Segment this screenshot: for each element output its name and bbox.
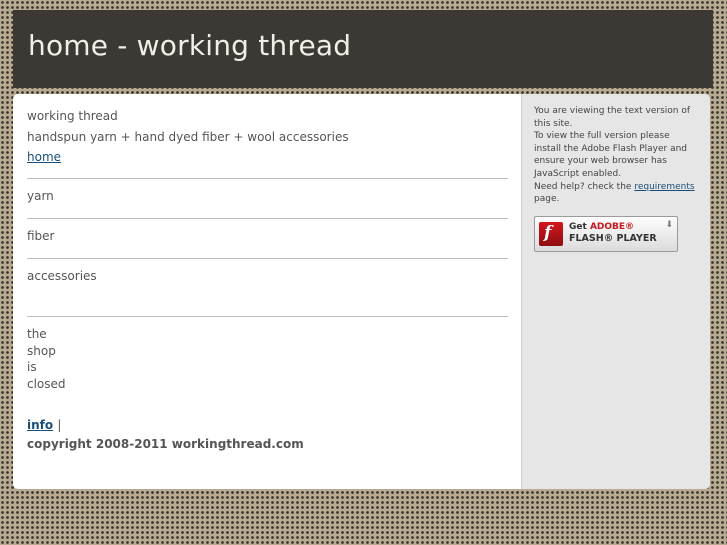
nav-item-accessories: accessories — [27, 269, 97, 283]
shop-closed-line: shop — [27, 343, 56, 358]
notice-install-flash: To view the full version please install … — [534, 131, 688, 179]
shop-closed-line: closed — [27, 376, 66, 391]
sidebar: You are viewing the text version of this… — [521, 94, 710, 489]
content-panel: working thread handspun yarn + hand dyed… — [13, 94, 710, 489]
site-tagline: handspun yarn + hand dyed fiber + wool a… — [27, 130, 349, 144]
main-content: working thread handspun yarn + hand dyed… — [13, 94, 521, 489]
notice-help: Need help? check the requirements page. — [534, 181, 699, 206]
help-suffix: page. — [534, 194, 560, 205]
flash-button-line1: Get ADOBE® — [569, 222, 635, 232]
divider — [27, 258, 508, 259]
notice-text-version: You are viewing the text version of this… — [534, 106, 691, 129]
divider — [27, 316, 508, 317]
flash-notice: You are viewing the text version of this… — [534, 105, 699, 206]
footer-separator: | — [57, 418, 62, 432]
help-prefix: Need help? check the — [534, 181, 632, 192]
flash-button-line2: FLASH® PLAYER — [569, 233, 657, 244]
site-header: home - working thread — [13, 10, 713, 88]
nav-item-home[interactable]: home — [27, 150, 61, 164]
site-name: working thread — [27, 109, 118, 123]
download-arrow-icon: ⬇ — [665, 220, 673, 230]
shop-closed-line: the — [27, 327, 47, 341]
footer: info | copyright 2008-2011 workingthread… — [27, 418, 304, 451]
flash-logo-icon: f — [539, 222, 563, 246]
get-flash-player-button[interactable]: f Get ADOBE® FLASH® PLAYER ⬇ — [534, 216, 678, 252]
divider — [27, 218, 508, 219]
info-link[interactable]: info — [27, 418, 53, 432]
nav-item-fiber: fiber — [27, 229, 55, 243]
nav-item-yarn: yarn — [27, 189, 54, 203]
shop-closed-line: is — [27, 360, 37, 374]
page-title: home - working thread — [28, 29, 352, 62]
copyright: copyright 2008-2011 workingthread.com — [27, 437, 304, 451]
shop-closed-notice: the shop is closed — [27, 326, 66, 392]
requirements-link[interactable]: requirements — [634, 182, 694, 192]
divider — [27, 178, 508, 179]
